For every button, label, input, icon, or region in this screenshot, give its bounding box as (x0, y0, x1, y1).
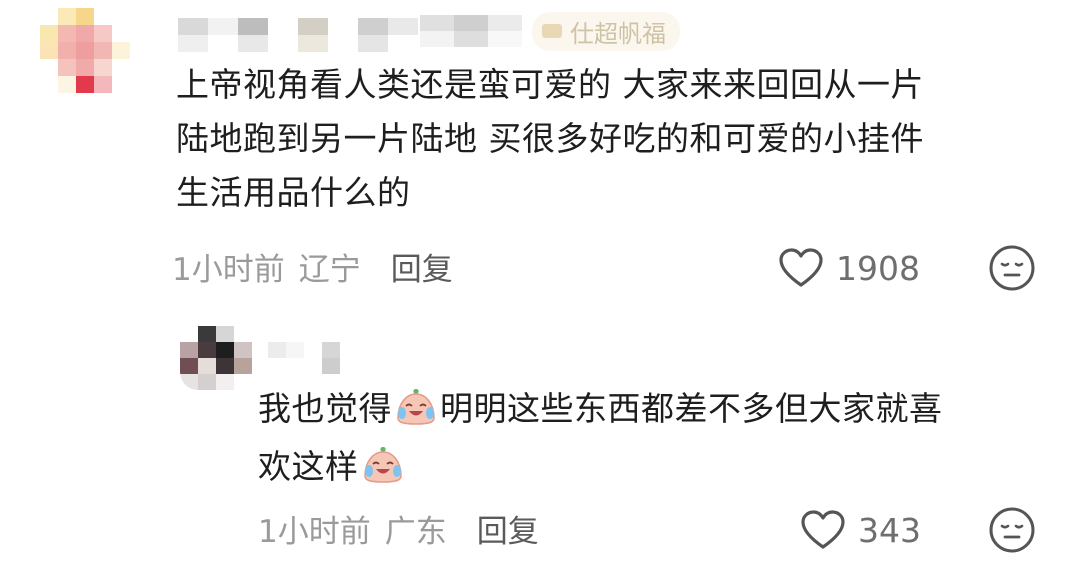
comment-text-line: 欢这样 (258, 438, 943, 496)
comment-text: 我也觉得 明明这些东西都差不多但大家就喜 欢这样 (258, 380, 943, 496)
username-redacted[interactable] (268, 342, 340, 374)
comment-text-part: 明明这些东西都差不多但大家就喜 (440, 389, 943, 428)
comment-location: 辽宁 (298, 251, 361, 288)
comment-location: 广东 (384, 513, 447, 550)
badge-icon (542, 24, 562, 38)
avatar[interactable] (180, 326, 252, 390)
like-count: 1908 (836, 248, 920, 288)
heart-outline-icon (801, 510, 845, 549)
comment-time: 1小时前 (172, 251, 285, 288)
crying-laughing-sticker-icon (397, 389, 435, 425)
reply-button[interactable]: 回复 (477, 506, 539, 551)
comment-text-part: 我也觉得 (258, 389, 392, 428)
user-badge: 仕超帆福 (420, 11, 680, 51)
comment-text-line: 生活用品什么的 (176, 173, 411, 212)
neutral-face-icon[interactable] (988, 244, 1036, 292)
heart-outline-icon (779, 248, 823, 287)
comment-text-line: 陆地跑到另一片陆地 买很多好吃的和可爱的小挂件 (176, 119, 924, 158)
comment-text-part: 欢这样 (258, 447, 359, 486)
reply-button[interactable]: 回复 (391, 244, 453, 289)
like-count: 343 (858, 510, 921, 550)
crying-laughing-sticker-icon (363, 447, 402, 483)
comment-meta: 1小时前 广东 回复 (258, 506, 539, 550)
comment-meta: 1小时前 辽宁 回复 (172, 244, 453, 288)
comment-text-line: 上帝视角看人类还是蛮可爱的 大家来来回回从一片 (176, 65, 924, 104)
avatar[interactable] (40, 8, 130, 110)
comment-time: 1小时前 (258, 513, 371, 550)
neutral-face-icon[interactable] (988, 506, 1036, 554)
like-button[interactable]: 1908 (778, 244, 920, 292)
comment-text: 上帝视角看人类还是蛮可爱的 大家来来回回从一片 陆地跑到另一片陆地 买很多好吃的… (176, 58, 924, 220)
badge-text: 仕超帆福 (570, 19, 666, 48)
comment-text-line: 我也觉得 明明这些东西都差不多但大家就喜 (258, 380, 943, 438)
like-button[interactable]: 343 (800, 506, 921, 554)
username-redacted[interactable] (178, 18, 418, 52)
